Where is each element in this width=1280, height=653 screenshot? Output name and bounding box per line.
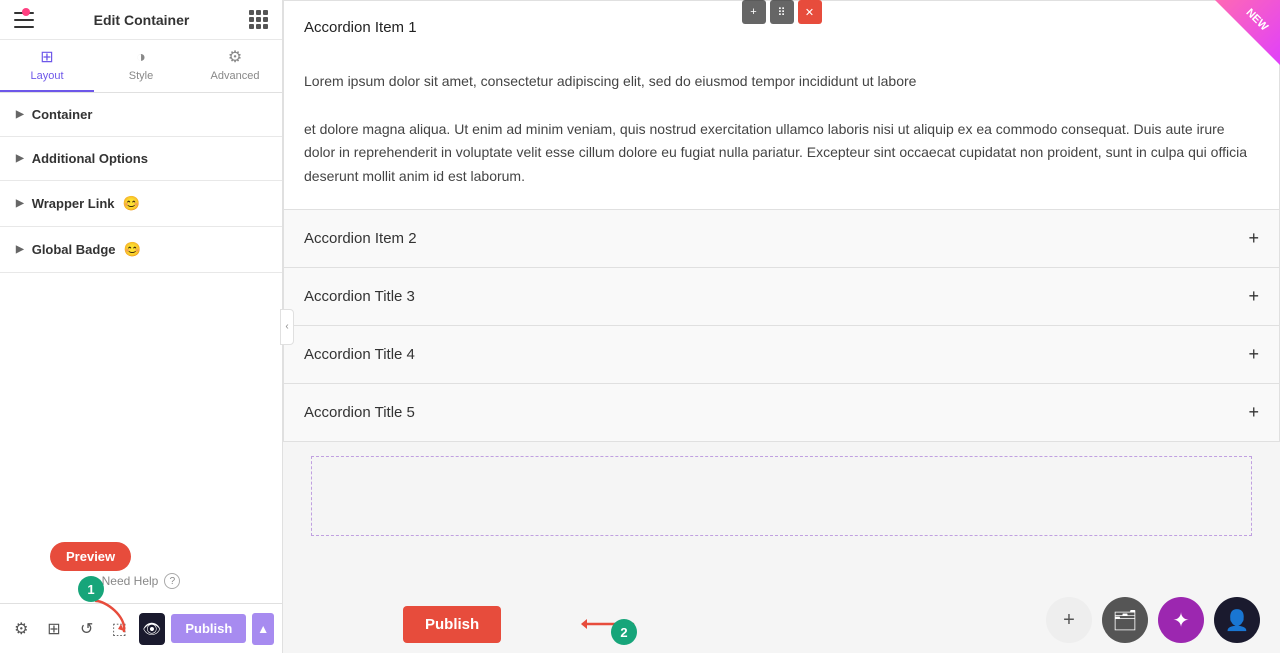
accordion-plus-5: + [1248, 402, 1259, 423]
panel-tabs: ⊞ Layout ◑ Style ⚙ Advanced [0, 40, 282, 93]
panel-sections: ▶ Container ▶ Additional Options ▶ Wrapp… [0, 93, 282, 559]
section-additional-options[interactable]: ▶ Additional Options [0, 137, 282, 181]
accordion-plus-2: + [1248, 228, 1259, 249]
step-1-badge: 1 [78, 576, 104, 602]
fab-folder-btn[interactable]: 🗂 [1102, 597, 1148, 643]
accordion-item-1[interactable]: Accordion Item 1 Lorem ipsum dolor sit a… [284, 1, 1279, 210]
section-global-header: ▶ Global Badge 😊 [0, 227, 282, 272]
fab-dark-btn[interactable]: 👤 [1214, 597, 1260, 643]
toolbar-close-btn[interactable]: ✕ [798, 0, 822, 24]
left-panel: Edit Container ⊞ Layout ◑ Style ⚙ Advanc… [0, 0, 283, 653]
floating-publish-button[interactable]: Publish [403, 606, 501, 643]
fab-add-btn[interactable]: + [1046, 597, 1092, 643]
accordion-item-4[interactable]: Accordion Title 4 + [284, 326, 1279, 384]
chevron-right-icon-2: ▶ [16, 153, 24, 164]
fab-purple-btn[interactable]: ✦ [1158, 597, 1204, 643]
section-wrapper-link[interactable]: ▶ Wrapper Link 😊 [0, 181, 282, 227]
accordion-item-3[interactable]: Accordion Title 3 + [284, 268, 1279, 326]
accordion-item-5[interactable]: Accordion Title 5 + [284, 384, 1279, 441]
tab-style[interactable]: ◑ Style [94, 40, 188, 92]
step-2-badge: 2 [611, 619, 637, 645]
chevron-right-icon: ▶ [16, 109, 24, 120]
section-container[interactable]: ▶ Container [0, 93, 282, 137]
section-container-header: ▶ Container [0, 93, 282, 136]
accordion-plus-3: + [1248, 286, 1259, 307]
widget-toolbar: + ⠿ ✕ [742, 0, 822, 24]
collapse-handle[interactable]: ‹ [280, 309, 294, 345]
accordion-header-4[interactable]: Accordion Title 4 + [284, 326, 1279, 383]
settings-icon-btn[interactable]: ⚙ [8, 613, 35, 645]
accordion-header-2[interactable]: Accordion Item 2 + [284, 210, 1279, 267]
accordion-widget: Accordion Item 1 Lorem ipsum dolor sit a… [283, 0, 1280, 442]
accordion-plus-4: + [1248, 344, 1259, 365]
help-icon: ? [164, 573, 180, 589]
section-wrapper-header: ▶ Wrapper Link 😊 [0, 181, 282, 226]
wrapper-badge: 😊 [123, 195, 140, 212]
preview-bubble: Preview [50, 542, 131, 571]
toolbar-move-btn[interactable]: ⠿ [770, 0, 794, 24]
tab-layout[interactable]: ⊞ Layout [0, 40, 94, 92]
chevron-up-button[interactable]: ▲ [252, 613, 274, 645]
right-panel: + ⠿ ✕ NEW Accordion Item 1 Lorem ipsum d… [283, 0, 1280, 653]
eye-icon-btn[interactable]: 👁 [139, 613, 166, 645]
header-left [14, 12, 34, 28]
bottom-bar: Preview 1 ⚙ ⊞ ↺ ⬚ 👁 Publish ▲ [0, 603, 282, 653]
toolbar-add-btn[interactable]: + [742, 0, 766, 24]
accordion-header-5[interactable]: Accordion Title 5 + [284, 384, 1279, 441]
section-additional-header: ▶ Additional Options [0, 137, 282, 180]
chevron-right-icon-3: ▶ [16, 198, 24, 209]
accordion-item-2[interactable]: Accordion Item 2 + [284, 210, 1279, 268]
empty-drop-area [311, 456, 1252, 536]
publish-button[interactable]: Publish [171, 614, 246, 643]
style-icon: ◑ [136, 50, 146, 66]
accordion-header-3[interactable]: Accordion Title 3 + [284, 268, 1279, 325]
layers-icon-btn[interactable]: ⊞ [41, 613, 68, 645]
layout-icon: ⊞ [40, 50, 53, 66]
arrow-1-icon [86, 596, 136, 636]
online-dot [22, 8, 30, 16]
panel-header: Edit Container [0, 0, 282, 40]
accordion-body-1: Lorem ipsum dolor sit amet, consectetur … [284, 54, 1279, 209]
tab-advanced[interactable]: ⚙ Advanced [188, 40, 282, 92]
right-bottom-fabs: + 🗂 ✦ 👤 [1046, 597, 1260, 643]
global-badge-icon: 😊 [124, 241, 141, 258]
panel-title: Edit Container [94, 12, 190, 28]
grid-icon[interactable] [249, 10, 268, 29]
section-global-badge[interactable]: ▶ Global Badge 😊 [0, 227, 282, 273]
need-help-section[interactable]: Need Help ? [0, 559, 282, 603]
advanced-icon: ⚙ [228, 50, 242, 66]
chevron-right-icon-4: ▶ [16, 244, 24, 255]
